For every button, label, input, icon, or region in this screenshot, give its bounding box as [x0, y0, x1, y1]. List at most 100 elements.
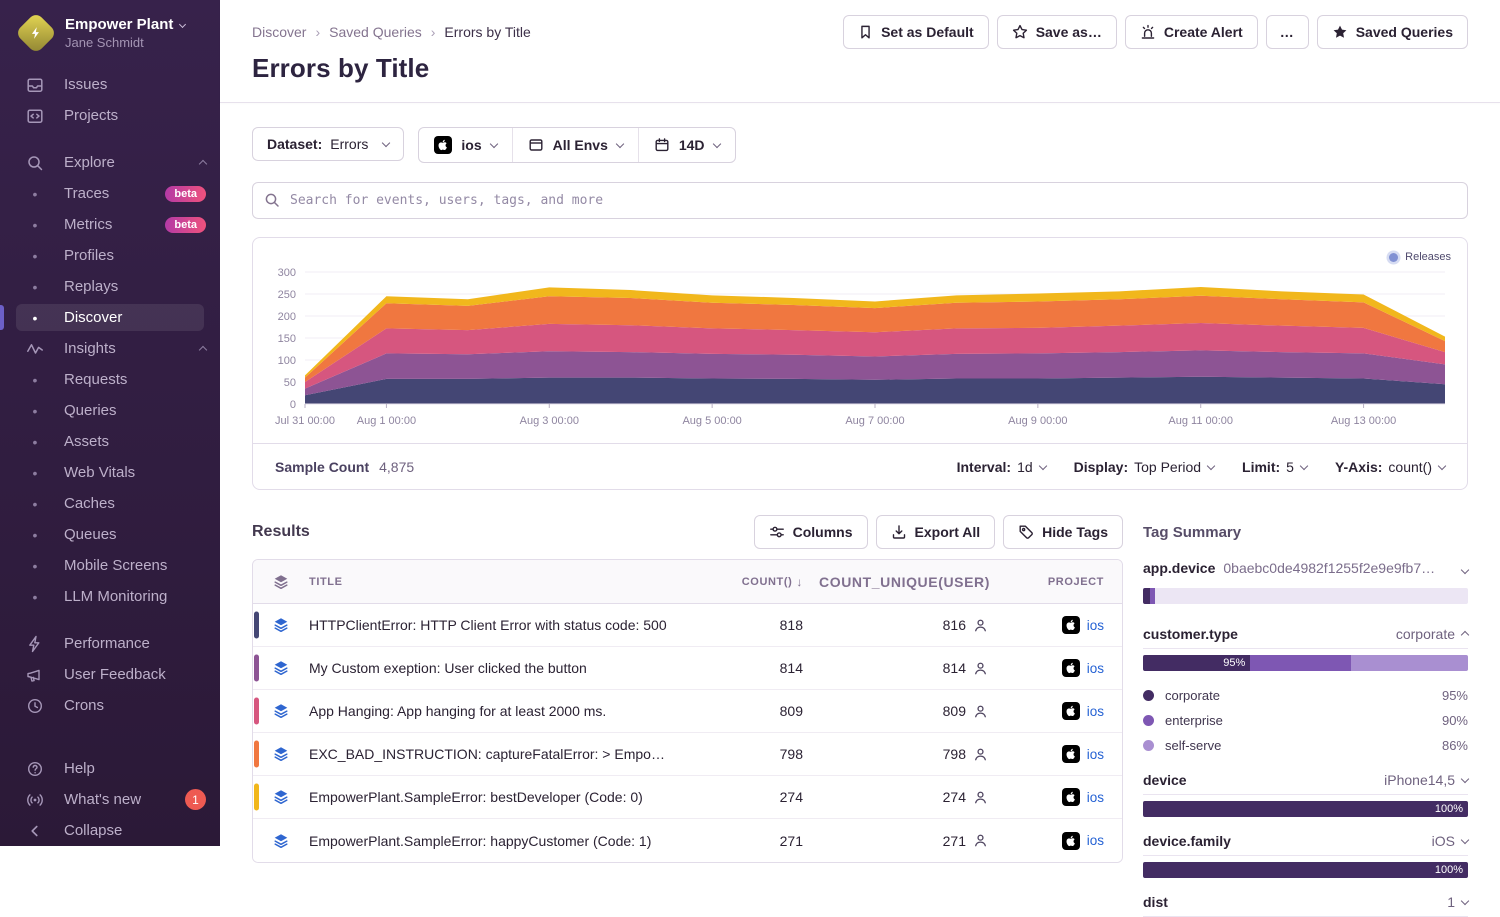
set-as-default-button[interactable]: Set as Default: [843, 15, 989, 49]
svg-text:Aug 5 00:00: Aug 5 00:00: [682, 415, 741, 427]
chart-footer: Sample Count 4,875 Interval:1d Display:T…: [253, 443, 1467, 489]
layers-icon[interactable]: [253, 574, 309, 590]
tag-dropdown[interactable]: iOS: [1432, 833, 1468, 849]
table-row[interactable]: HTTPClientError: HTTP Client Error with …: [253, 604, 1122, 647]
breadcrumb-separator: ›: [431, 24, 436, 40]
tag-dropdown[interactable]: 1: [1447, 894, 1468, 910]
date-range-filter[interactable]: 14D: [638, 128, 735, 162]
row-title[interactable]: My Custom exeption: User clicked the but…: [309, 660, 679, 676]
svg-text:Aug 1 00:00: Aug 1 00:00: [357, 415, 416, 427]
releases-legend-icon: [1389, 253, 1398, 262]
column-header-count-unique[interactable]: COUNT_UNIQUE(USER): [819, 574, 1004, 590]
tag-value: 0baebc0de4982f1255f2e9e9fb7…: [1223, 560, 1435, 576]
row-project[interactable]: ios: [1004, 616, 1122, 634]
sidebar-group-insights[interactable]: Insights: [0, 333, 220, 364]
search-input[interactable]: [252, 182, 1468, 219]
sidebar-item-assets[interactable]: •Assets: [0, 426, 220, 457]
sidebar-item-mobile-screens[interactable]: •Mobile Screens: [0, 550, 220, 581]
row-title[interactable]: EXC_BAD_INSTRUCTION: captureFatalError: …: [309, 746, 679, 762]
row-title[interactable]: App Hanging: App hanging for at least 20…: [309, 703, 679, 719]
tag-dropdown[interactable]: iPhone14,5: [1384, 772, 1468, 788]
sidebar-item-llm-monitoring[interactable]: •LLM Monitoring: [0, 581, 220, 612]
sidebar-item-replays[interactable]: •Replays: [0, 271, 220, 302]
sidebar-item-issues[interactable]: Issues: [0, 69, 220, 100]
row-project[interactable]: ios: [1004, 659, 1122, 677]
row-count: 798: [679, 746, 819, 762]
sidebar-collapse-button[interactable]: Collapse: [0, 815, 220, 846]
row-project[interactable]: ios: [1004, 745, 1122, 763]
tag-distribution-bar[interactable]: 100%: [1143, 862, 1468, 878]
layers-icon[interactable]: [253, 617, 309, 633]
discover-chart-svg[interactable]: 050100150200250300Jul 31 00:00Aug 1 00:0…: [253, 242, 1467, 438]
sidebar-group-explore[interactable]: Explore: [0, 147, 220, 178]
tag-dropdown[interactable]: [1455, 567, 1468, 575]
layers-icon[interactable]: [253, 789, 309, 805]
more-actions-button[interactable]: …: [1266, 15, 1309, 49]
sidebar-item-projects[interactable]: Projects: [0, 100, 220, 131]
tag-dropdown[interactable]: corporate: [1396, 626, 1468, 642]
sidebar-item-queries[interactable]: •Queries: [0, 395, 220, 426]
tag-breakdown-row[interactable]: corporate 95%: [1143, 683, 1468, 708]
table-row[interactable]: App Hanging: App hanging for at least 20…: [253, 690, 1122, 733]
layers-icon[interactable]: [253, 746, 309, 762]
saved-queries-button[interactable]: Saved Queries: [1317, 15, 1468, 49]
interval-selector[interactable]: Interval:1d: [957, 459, 1046, 475]
sidebar-item-help[interactable]: Help: [0, 753, 220, 784]
export-all-button[interactable]: Export All: [876, 515, 996, 549]
row-count: 809: [679, 703, 819, 719]
sidebar-item-crons[interactable]: Crons: [0, 690, 220, 721]
tag-breakdown-row[interactable]: self-serve 86%: [1143, 733, 1468, 758]
tag-distribution-bar[interactable]: 100%: [1143, 801, 1468, 817]
layers-icon[interactable]: [253, 660, 309, 676]
sidebar-item-performance[interactable]: Performance: [0, 628, 220, 659]
yaxis-selector[interactable]: Y-Axis:count(): [1335, 459, 1445, 475]
chevron-down-icon: [179, 21, 186, 28]
dataset-selector[interactable]: Dataset: Errors: [252, 127, 404, 161]
hide-tags-button[interactable]: Hide Tags: [1003, 515, 1123, 549]
display-selector[interactable]: Display:Top Period: [1074, 459, 1214, 475]
table-row[interactable]: EmpowerPlant.SampleError: happyCustomer …: [253, 819, 1122, 862]
layers-icon[interactable]: [253, 703, 309, 719]
create-alert-button[interactable]: Create Alert: [1125, 15, 1258, 49]
sidebar-item-queues[interactable]: •Queues: [0, 519, 220, 550]
sidebar-item-web-vitals[interactable]: •Web Vitals: [0, 457, 220, 488]
limit-selector[interactable]: Limit:5: [1242, 459, 1307, 475]
chevron-up-icon: [199, 346, 207, 354]
sidebar-item-metrics[interactable]: • Metrics beta: [0, 209, 220, 240]
star-icon: [1012, 24, 1028, 40]
column-header-title[interactable]: TITLE: [309, 576, 679, 588]
chevron-down-icon: [1438, 461, 1446, 469]
row-project[interactable]: ios: [1004, 788, 1122, 806]
layers-icon[interactable]: [253, 833, 309, 849]
table-row[interactable]: My Custom exeption: User clicked the but…: [253, 647, 1122, 690]
project-filter[interactable]: ios: [419, 128, 511, 162]
sidebar-item-profiles[interactable]: •Profiles: [0, 240, 220, 271]
projects-icon: [26, 107, 44, 125]
column-header-project[interactable]: PROJECT: [1004, 576, 1122, 588]
sidebar-item-caches[interactable]: •Caches: [0, 488, 220, 519]
environment-filter[interactable]: All Envs: [512, 128, 638, 162]
tag-distribution-bar[interactable]: 95%: [1143, 655, 1468, 671]
row-project[interactable]: ios: [1004, 702, 1122, 720]
org-switcher[interactable]: Empower Plant Jane Schmidt: [0, 0, 220, 65]
tag-distribution-bar[interactable]: [1143, 588, 1468, 604]
svg-text:300: 300: [278, 267, 296, 279]
table-row[interactable]: EmpowerPlant.SampleError: bestDeveloper …: [253, 776, 1122, 819]
row-project[interactable]: ios: [1004, 832, 1122, 850]
table-row[interactable]: EXC_BAD_INSTRUCTION: captureFatalError: …: [253, 733, 1122, 776]
tag-breakdown-row[interactable]: enterprise 90%: [1143, 708, 1468, 733]
sidebar-item-whats-new[interactable]: What's new 1: [0, 784, 220, 815]
row-title[interactable]: HTTPClientError: HTTP Client Error with …: [309, 617, 679, 633]
sidebar-item-requests[interactable]: •Requests: [0, 364, 220, 395]
breadcrumb-discover[interactable]: Discover: [252, 24, 306, 40]
chart-legend[interactable]: Releases: [1389, 251, 1451, 263]
row-title[interactable]: EmpowerPlant.SampleError: bestDeveloper …: [309, 789, 679, 805]
row-title[interactable]: EmpowerPlant.SampleError: happyCustomer …: [309, 833, 679, 849]
sidebar-item-user-feedback[interactable]: User Feedback: [0, 659, 220, 690]
save-as-button[interactable]: Save as…: [997, 15, 1117, 49]
column-header-count[interactable]: COUNT()↓: [679, 575, 819, 589]
breadcrumb-saved-queries[interactable]: Saved Queries: [329, 24, 422, 40]
sidebar-item-discover[interactable]: • Discover: [0, 302, 220, 333]
columns-button[interactable]: Columns: [754, 515, 868, 549]
sidebar-item-traces[interactable]: • Traces beta: [0, 178, 220, 209]
